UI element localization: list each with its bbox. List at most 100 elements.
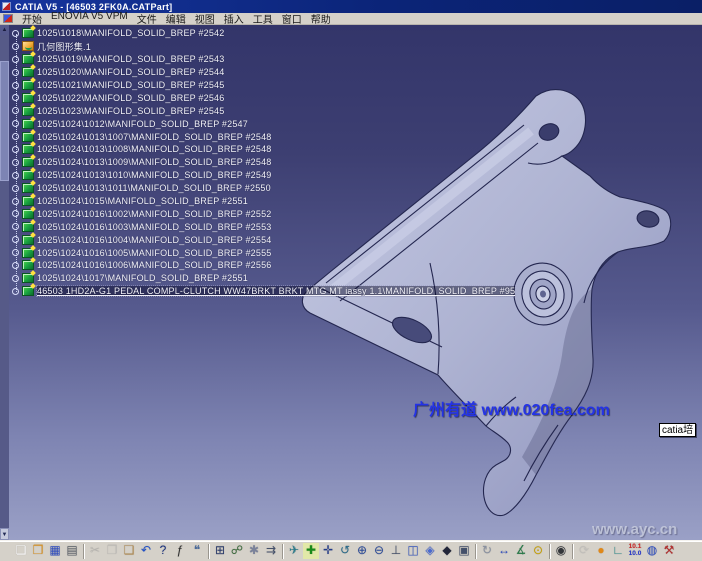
fly-mode-icon[interactable]: ✈ <box>286 543 302 559</box>
tree-node-toggle[interactable] <box>12 159 19 166</box>
model-viewport[interactable]: ▲ ▼ 1025\1018\MANIFOLD_SOLID_BREP #2542几… <box>0 25 702 540</box>
tree-node-toggle[interactable] <box>12 30 19 37</box>
tree-item[interactable]: 1025\1024\1016\1003\MANIFOLD_SOLID_BREP … <box>12 220 515 233</box>
tree-node-toggle[interactable] <box>12 185 19 192</box>
scroll-up-icon[interactable]: ▲ <box>0 25 9 35</box>
tree-node-toggle[interactable] <box>12 198 19 205</box>
menu-ENOVIA V5 VPM[interactable]: ENOVIA V5 VPM <box>51 11 128 26</box>
tree-item[interactable]: 1025\1024\1013\1011\MANIFOLD_SOLID_BREP … <box>12 182 515 195</box>
constraints-icon[interactable]: ✱ <box>246 543 262 559</box>
tree-node-toggle[interactable] <box>12 236 19 243</box>
tree-node-toggle[interactable] <box>12 223 19 230</box>
measure-item-icon[interactable]: ∡ <box>513 543 529 559</box>
tree-item-label: 1025\1020\MANIFOLD_SOLID_BREP #2544 <box>37 67 224 77</box>
toolbar-separator <box>83 544 85 559</box>
comment-icon[interactable]: ❝ <box>189 543 205 559</box>
menu-开始[interactable]: 开始 <box>22 11 42 26</box>
tree-item[interactable]: 1025\1024\1016\1004\MANIFOLD_SOLID_BREP … <box>12 233 515 246</box>
print-icon[interactable]: ▤ <box>64 543 80 559</box>
whats-this-icon[interactable]: ? <box>155 543 171 559</box>
scroll-down-icon[interactable]: ▼ <box>0 528 9 540</box>
render-style-icon[interactable]: ▣ <box>456 543 472 559</box>
tree-item[interactable]: 1025\1020\MANIFOLD_SOLID_BREP #2544 <box>12 66 515 79</box>
tree-item[interactable]: 1025\1024\1013\1007\MANIFOLD_SOLID_BREP … <box>12 130 515 143</box>
rotate-icon[interactable]: ↺ <box>337 543 353 559</box>
menu-窗口[interactable]: 窗口 <box>282 11 302 26</box>
tree-item[interactable]: 1025\1024\1016\1005\MANIFOLD_SOLID_BREP … <box>12 246 515 259</box>
tree-node-toggle[interactable] <box>12 275 19 282</box>
tree-item[interactable]: 1025\1024\1017\MANIFOLD_SOLID_BREP #2551 <box>12 272 515 285</box>
lock-icon[interactable]: ⊙ <box>530 543 546 559</box>
tree-item[interactable]: 1025\1022\MANIFOLD_SOLID_BREP #2546 <box>12 91 515 104</box>
tree-node-toggle[interactable] <box>12 56 19 63</box>
menu-文件[interactable]: 文件 <box>137 11 157 26</box>
zoom-out-icon[interactable]: ⊖ <box>371 543 387 559</box>
scrollbar-thumb[interactable] <box>0 61 9 181</box>
analysis-tool-icon[interactable]: ⚒ <box>661 543 677 559</box>
units-display-icon[interactable]: 10.110.0 <box>627 543 643 559</box>
tree-item[interactable]: 1025\1024\1012\MANIFOLD_SOLID_BREP #2547 <box>12 117 515 130</box>
new-document-icon[interactable]: ❏ <box>13 543 29 559</box>
data-table-icon[interactable]: ⊞ <box>212 543 228 559</box>
toolbar-separator <box>572 544 574 559</box>
menu-工具[interactable]: 工具 <box>253 11 273 26</box>
tree-item[interactable]: 1025\1023\MANIFOLD_SOLID_BREP #2545 <box>12 104 515 117</box>
turntable-icon[interactable]: ↻ <box>479 543 495 559</box>
tree-item[interactable]: 1025\1021\MANIFOLD_SOLID_BREP #2545 <box>12 79 515 92</box>
tree-item[interactable]: 1025\1024\1013\1008\MANIFOLD_SOLID_BREP … <box>12 143 515 156</box>
tree-scrollbar[interactable]: ▲ ▼ <box>0 25 9 540</box>
toolbar-separator <box>549 544 551 559</box>
pan-icon[interactable]: ✛ <box>320 543 336 559</box>
camera-icon[interactable]: ◉ <box>553 543 569 559</box>
solid-brep-icon <box>22 235 34 245</box>
save-icon[interactable]: ▦ <box>47 543 63 559</box>
tree-node-toggle[interactable] <box>12 107 19 114</box>
undo-icon[interactable]: ↶ <box>138 543 154 559</box>
tree-node-toggle[interactable] <box>12 172 19 179</box>
tree-node-toggle[interactable] <box>12 146 19 153</box>
document-menu-icon[interactable] <box>3 14 13 23</box>
normal-view-icon[interactable]: ⊥ <box>388 543 404 559</box>
tree-item[interactable]: 1025\1019\MANIFOLD_SOLID_BREP #2543 <box>12 53 515 66</box>
tree-item-label: 1025\1022\MANIFOLD_SOLID_BREP #2546 <box>37 93 224 103</box>
tree-node-toggle[interactable] <box>12 133 19 140</box>
zoom-in-icon[interactable]: ⊕ <box>354 543 370 559</box>
tree-node-toggle[interactable] <box>12 249 19 256</box>
axis-system-icon[interactable]: ∟ <box>610 543 626 559</box>
tree-node-toggle[interactable] <box>12 120 19 127</box>
open-icon[interactable]: ❒ <box>30 543 46 559</box>
tree-node-toggle[interactable] <box>12 43 19 50</box>
formula-icon[interactable]: ƒ <box>172 543 188 559</box>
exchange-icon[interactable]: ⇉ <box>263 543 279 559</box>
iso-view-icon[interactable]: ◈ <box>422 543 438 559</box>
tree-node-toggle[interactable] <box>12 210 19 217</box>
product-graph-icon[interactable]: ☍ <box>229 543 245 559</box>
tree-item[interactable]: 1025\1024\1013\1009\MANIFOLD_SOLID_BREP … <box>12 156 515 169</box>
measure-between-icon[interactable]: ↔ <box>496 543 512 559</box>
tree-item-label: 1025\1024\1016\1002\MANIFOLD_SOLID_BREP … <box>37 209 271 219</box>
tree-item-label: 46503 1HD2A-G1 PEDAL COMPL-CLUTCH WW47BR… <box>37 286 515 296</box>
tree-item[interactable]: 46503 1HD2A-G1 PEDAL COMPL-CLUTCH WW47BR… <box>12 285 515 298</box>
material-ball-icon[interactable]: ● <box>593 543 609 559</box>
menu-帮助[interactable]: 帮助 <box>311 11 331 26</box>
tree-item[interactable]: 1025\1024\1013\1010\MANIFOLD_SOLID_BREP … <box>12 169 515 182</box>
solid-brep-icon <box>22 273 34 283</box>
tree-item[interactable]: 1025\1024\1016\1002\MANIFOLD_SOLID_BREP … <box>12 207 515 220</box>
tree-node-toggle[interactable] <box>12 288 19 295</box>
tree-node-toggle[interactable] <box>12 94 19 101</box>
menu-视图[interactable]: 视图 <box>195 11 215 26</box>
menu-编辑[interactable]: 编辑 <box>166 11 186 26</box>
tree-item[interactable]: 1025\1024\1015\MANIFOLD_SOLID_BREP #2551 <box>12 195 515 208</box>
tree-node-toggle[interactable] <box>12 262 19 269</box>
paste-icon[interactable]: ❑ <box>121 543 137 559</box>
menu-插入[interactable]: 插入 <box>224 11 244 26</box>
fit-all-in-icon[interactable]: ✚ <box>303 543 319 559</box>
tree-node-toggle[interactable] <box>12 69 19 76</box>
tree-item[interactable]: 几何图形集.1 <box>12 40 515 53</box>
shaded-view-icon[interactable]: ◆ <box>439 543 455 559</box>
quad-view-icon[interactable]: ◫ <box>405 543 421 559</box>
catalog-icon[interactable]: ◍ <box>644 543 660 559</box>
tree-item[interactable]: 1025\1024\1016\1006\MANIFOLD_SOLID_BREP … <box>12 259 515 272</box>
tree-item[interactable]: 1025\1018\MANIFOLD_SOLID_BREP #2542 <box>12 27 515 40</box>
tree-node-toggle[interactable] <box>12 82 19 89</box>
